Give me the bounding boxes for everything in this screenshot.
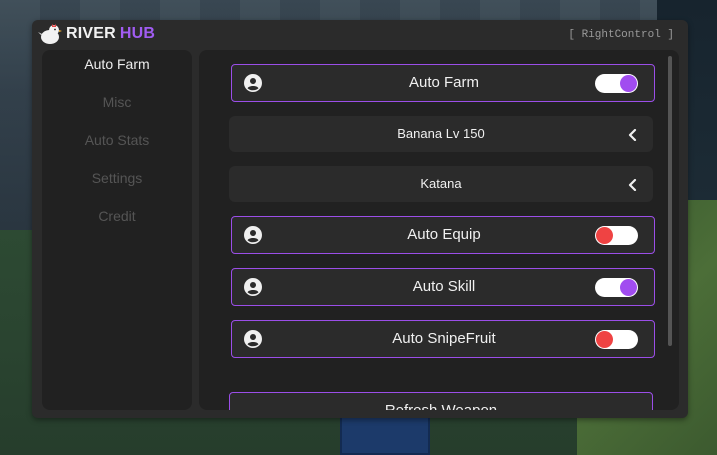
auto-farm-label: Auto Farm <box>408 74 480 91</box>
auto-snipefruit-switch[interactable] <box>595 330 638 349</box>
refresh-weapon-button[interactable]: Refresh Weapon <box>229 392 653 410</box>
auto-snipefruit-toggle-row[interactable]: Auto SnipeFruit <box>231 320 655 358</box>
switch-knob <box>620 279 637 296</box>
auto-farm-switch[interactable] <box>595 74 638 93</box>
weapon-dropdown-value: Katana <box>420 176 462 191</box>
title-accent: HUB <box>119 25 156 42</box>
auto-farm-toggle-row[interactable]: Auto Farm <box>231 64 655 102</box>
river-hub-window: RIVER HUB [ RightControl ] Auto Farm Misc… <box>32 20 688 418</box>
auto-equip-label: Auto Equip <box>407 226 481 243</box>
auto-skill-switch[interactable] <box>595 278 638 297</box>
switch-knob <box>596 227 613 244</box>
switch-knob <box>596 331 613 348</box>
monster-dropdown[interactable]: Banana Lv 150 <box>229 116 653 152</box>
auto-skill-toggle-row[interactable]: Auto Skill <box>231 268 655 306</box>
monster-dropdown-value: Banana Lv 150 <box>397 126 485 141</box>
sidebar: Auto Farm Misc Auto Stats Settings Credi… <box>42 50 192 410</box>
chevron-left-icon <box>627 178 637 192</box>
sidebar-item-auto-stats[interactable]: Auto Stats <box>42 127 192 153</box>
auto-skill-label: Auto Skill <box>412 278 476 295</box>
chevron-left-icon <box>627 128 637 142</box>
auto-equip-toggle-row[interactable]: Auto Equip <box>231 216 655 254</box>
auto-snipefruit-label: Auto SnipeFruit <box>392 330 496 347</box>
scrollbar[interactable] <box>668 56 672 346</box>
content-panel: Auto Farm Banana Lv 150 Katana Auto Equi… <box>199 50 679 410</box>
title-main: RIVER <box>66 25 116 42</box>
weapon-dropdown[interactable]: Katana <box>229 166 653 202</box>
auto-equip-switch[interactable] <box>595 226 638 245</box>
window-title: RIVER HUB <box>66 25 155 43</box>
sidebar-item-credit[interactable]: Credit <box>42 203 192 229</box>
switch-knob <box>620 75 637 92</box>
titlebar[interactable]: RIVER HUB [ RightControl ] <box>32 20 688 48</box>
sidebar-item-misc[interactable]: Misc <box>42 89 192 115</box>
toggle-keybind-label: [ RightControl ] <box>568 29 674 41</box>
sidebar-item-settings[interactable]: Settings <box>42 165 192 191</box>
sidebar-item-auto-farm[interactable]: Auto Farm <box>42 51 192 77</box>
chicken-logo-icon <box>38 23 62 45</box>
